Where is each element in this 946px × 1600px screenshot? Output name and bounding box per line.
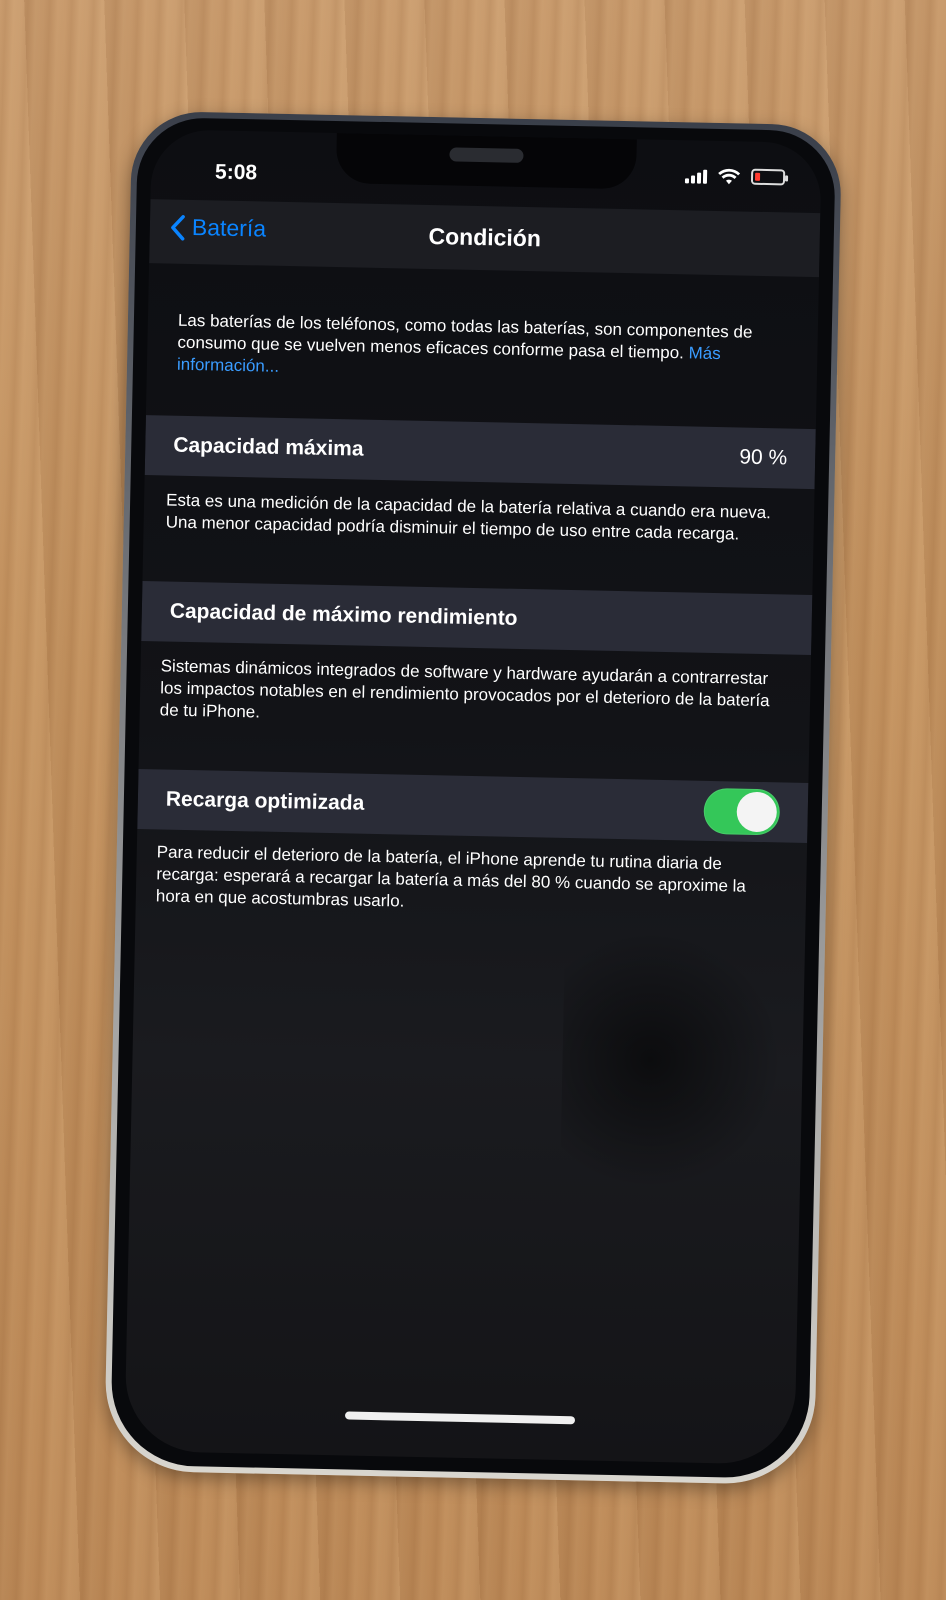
max-capacity-row: Capacidad máxima 90 % [145, 415, 816, 489]
peak-performance-row: Capacidad de máximo rendimiento [141, 581, 812, 655]
battery-level [755, 173, 760, 181]
toggle-knob [736, 792, 777, 833]
max-capacity-value: 90 % [739, 446, 787, 471]
page-title: Condición [150, 217, 820, 258]
status-icons [685, 166, 785, 186]
max-capacity-description: Esta es una medición de la capacidad de … [165, 490, 774, 547]
navigation-bar: Batería Condición [149, 199, 820, 277]
phone-bezel: 5:08 Batería [110, 117, 836, 1479]
optimized-charging-row: Recarga optimizada [137, 769, 808, 843]
peak-performance-label: Capacidad de máximo rendimiento [170, 600, 518, 631]
iphone-device: 5:08 Batería [104, 111, 842, 1486]
earpiece-speaker [449, 147, 523, 163]
intro-body: Las baterías de los teléfonos, como toda… [177, 311, 752, 363]
optimized-charging-toggle[interactable] [703, 788, 780, 836]
home-indicator[interactable] [345, 1411, 575, 1424]
battery-icon [751, 169, 785, 186]
peak-performance-description: Sistemas dinámicos integrados de softwar… [160, 655, 771, 734]
max-capacity-label: Capacidad máxima [173, 434, 364, 462]
cellular-signal-icon [685, 167, 707, 183]
status-time: 5:08 [215, 160, 258, 185]
intro-text: Las baterías de los teléfonos, como toda… [177, 310, 778, 389]
phone-screen: 5:08 Batería [124, 129, 822, 1465]
notch [336, 133, 637, 189]
wifi-icon [717, 167, 741, 185]
optimized-charging-label: Recarga optimizada [166, 788, 365, 816]
optimized-charging-description: Para reducir el deterioro de la batería,… [156, 841, 767, 920]
screen-reflection [560, 928, 785, 1193]
